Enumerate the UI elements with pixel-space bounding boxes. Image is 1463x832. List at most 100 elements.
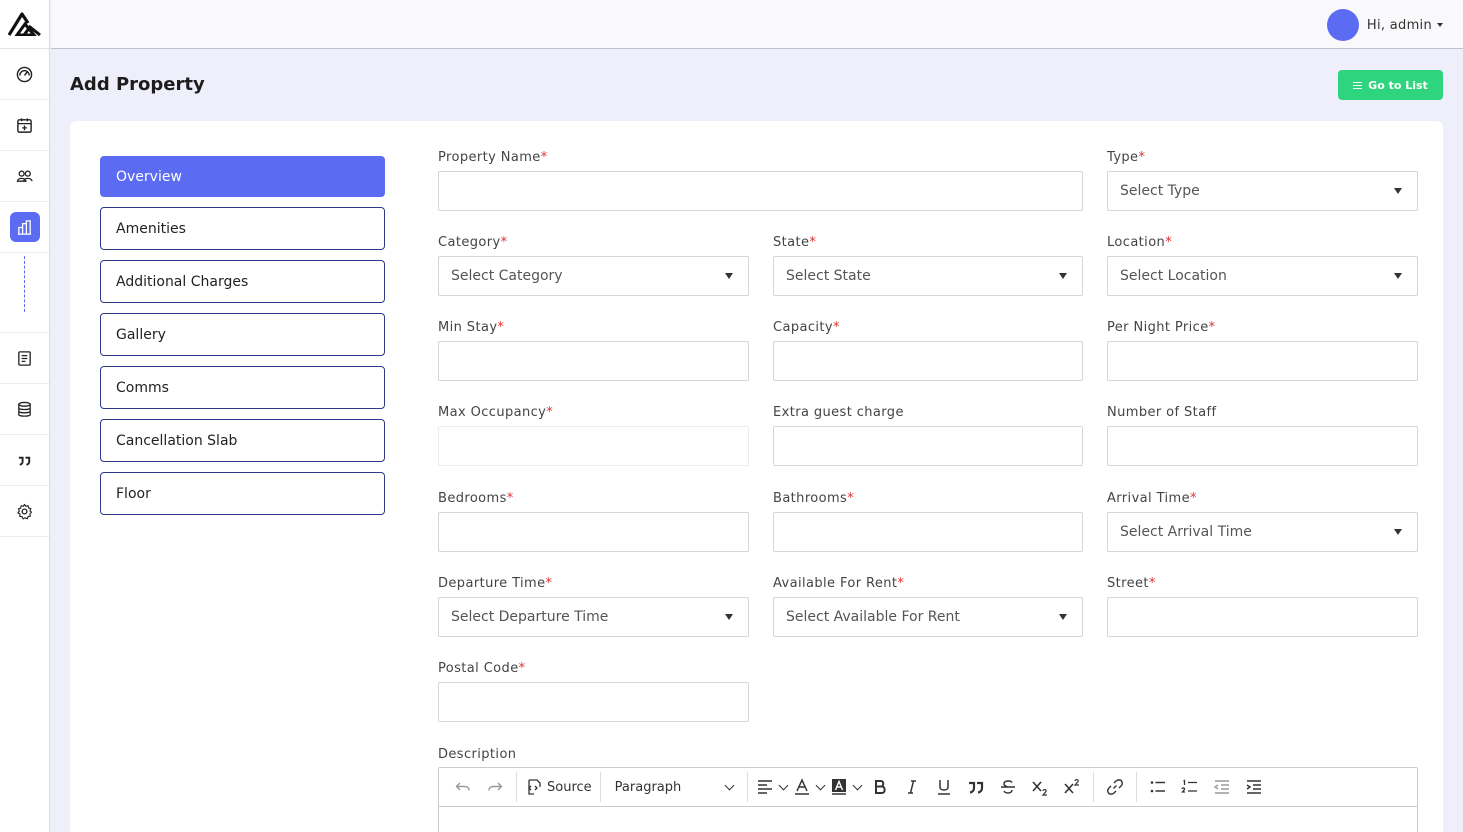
rail-database[interactable] [0, 384, 49, 435]
link-button[interactable] [1102, 772, 1128, 802]
caret-down-icon[interactable] [1437, 23, 1443, 27]
tab-floor[interactable]: Floor [100, 472, 385, 515]
number-of-staff-label: Number of Staff [1107, 405, 1217, 420]
background-color-dropdown[interactable] [830, 772, 863, 802]
rail-properties[interactable] [0, 202, 49, 253]
chevron-down-icon [815, 780, 826, 790]
font-color-dropdown[interactable] [793, 772, 826, 802]
tab-additional-charges[interactable]: Additional Charges [100, 260, 385, 303]
highlight-icon [831, 779, 846, 795]
source-button[interactable]: Source [525, 772, 592, 802]
building-icon [17, 219, 32, 235]
subscript-button[interactable] [1027, 772, 1053, 802]
dropdown-arrow-icon [1059, 273, 1067, 279]
available-for-rent-select-value: Select Available For Rent [786, 609, 960, 625]
required-mark: * [518, 661, 526, 676]
state-label: State [773, 235, 810, 250]
numbered-list-button[interactable] [1177, 772, 1203, 802]
bathrooms-field: Bathrooms* [773, 491, 1083, 552]
outdent-button[interactable] [1209, 772, 1235, 802]
rail-reports[interactable] [0, 333, 49, 384]
capacity-input[interactable] [773, 341, 1083, 381]
dropdown-arrow-icon [1394, 529, 1402, 535]
alignment-dropdown[interactable] [756, 772, 789, 802]
location-select[interactable]: Select Location [1107, 256, 1418, 296]
toolbar-separator [1092, 772, 1094, 802]
quote-icon [18, 456, 31, 466]
rail-users[interactable] [0, 151, 49, 202]
avatar[interactable] [1326, 9, 1359, 41]
page-title: Add Property [70, 74, 205, 95]
strikethrough-button[interactable] [995, 772, 1021, 802]
required-mark: * [546, 405, 554, 420]
bathrooms-input[interactable] [773, 512, 1083, 552]
location-field: Location* Select Location [1107, 235, 1418, 296]
link-icon [1106, 779, 1123, 795]
blockquote-button[interactable] [963, 772, 989, 802]
superscript-button[interactable] [1059, 772, 1085, 802]
type-select[interactable]: Select Type [1107, 171, 1418, 211]
available-for-rent-select[interactable]: Select Available For Rent [773, 597, 1083, 637]
arrival-time-label: Arrival Time [1107, 491, 1190, 506]
app-logo[interactable] [0, 0, 49, 49]
tab-gallery[interactable]: Gallery [100, 313, 385, 356]
postal-code-field: Postal Code* [438, 661, 749, 722]
tab-comms[interactable]: Comms [100, 366, 385, 409]
state-select[interactable]: Select State [773, 256, 1083, 296]
street-input[interactable] [1107, 597, 1418, 637]
departure-time-select-value: Select Departure Time [451, 609, 609, 625]
paragraph-dropdown[interactable]: Paragraph [609, 772, 739, 802]
max-occupancy-field: Max Occupancy* [438, 405, 749, 466]
category-field: Category* Select Category [438, 235, 749, 296]
required-mark: * [847, 491, 855, 506]
rail-calendar[interactable] [0, 100, 49, 151]
per-night-price-input[interactable] [1107, 341, 1418, 381]
required-mark: * [833, 320, 840, 335]
postal-code-input[interactable] [438, 682, 749, 722]
category-select-value: Select Category [451, 268, 563, 284]
property-name-input[interactable] [438, 171, 1083, 211]
user-menu[interactable]: Hi, admin [1326, 9, 1443, 41]
rail-testimonials[interactable] [0, 435, 49, 486]
arrival-time-select[interactable]: Select Arrival Time [1107, 512, 1418, 552]
go-to-list-button[interactable]: Go to List [1338, 70, 1443, 100]
tab-overview[interactable]: Overview [100, 156, 385, 197]
toolbar-separator [746, 772, 748, 802]
logo-icon [7, 12, 41, 36]
rail-dashboard[interactable] [0, 49, 49, 100]
postal-code-label: Postal Code [438, 661, 519, 676]
indent-icon [1246, 780, 1261, 794]
type-field: Type* Select Type [1107, 150, 1418, 211]
superscript-icon [1064, 778, 1079, 794]
toolbar-separator [1135, 772, 1137, 802]
underline-button[interactable] [931, 772, 957, 802]
rail-settings[interactable] [0, 486, 49, 537]
bedrooms-input[interactable] [438, 512, 749, 552]
bold-button[interactable] [867, 772, 893, 802]
description-editor: Source Paragraph [438, 767, 1418, 832]
bathrooms-label: Bathrooms [773, 491, 848, 506]
dropdown-arrow-icon [1059, 614, 1067, 620]
category-select[interactable]: Select Category [438, 256, 749, 296]
required-mark: * [1138, 150, 1146, 165]
max-occupancy-input[interactable] [438, 426, 749, 466]
available-for-rent-label: Available For Rent [773, 576, 898, 591]
extra-guest-charge-label: Extra guest charge [773, 405, 904, 420]
tab-amenities[interactable]: Amenities [100, 207, 385, 250]
redo-button[interactable] [482, 772, 508, 802]
departure-time-select[interactable]: Select Departure Time [438, 597, 749, 637]
indent-button[interactable] [1241, 772, 1267, 802]
quote-icon [968, 781, 983, 794]
tab-cancellation-slab[interactable]: Cancellation Slab [100, 419, 385, 462]
bulleted-list-button[interactable] [1145, 772, 1171, 802]
italic-button[interactable] [899, 772, 925, 802]
required-mark: * [809, 235, 817, 250]
extra-guest-charge-input[interactable] [773, 426, 1083, 466]
list-icon [1353, 81, 1363, 89]
undo-icon [455, 782, 470, 791]
number-of-staff-input[interactable] [1107, 426, 1418, 466]
bulleted-list-icon [1150, 781, 1165, 793]
user-greeting[interactable]: Hi, admin [1367, 18, 1432, 33]
min-stay-input[interactable] [438, 341, 749, 381]
undo-button[interactable] [450, 772, 476, 802]
